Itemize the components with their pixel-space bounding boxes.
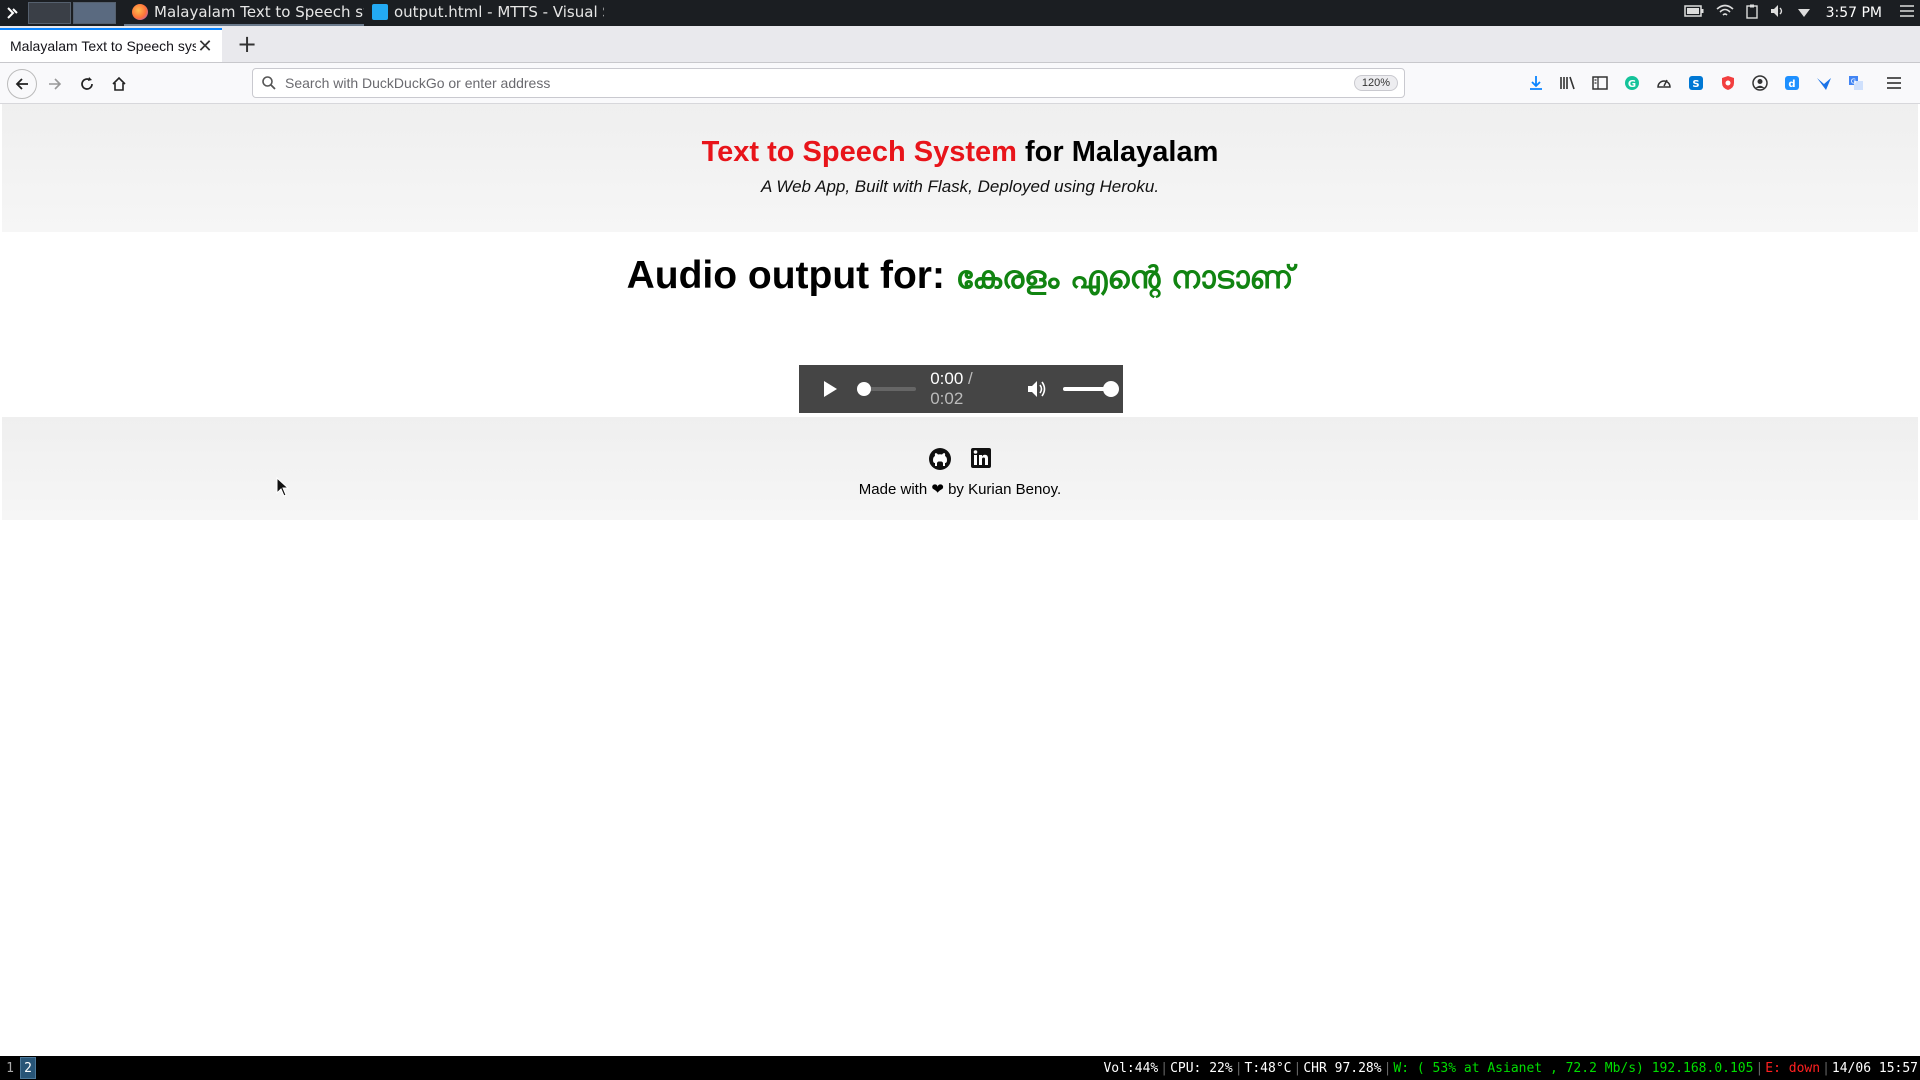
task-title: Malayalam Text to Speech system... [154,3,364,21]
close-tab-icon[interactable]: ✕ [196,36,214,57]
audio-output-heading: Audio output for: കേരളം എന്റെ നാടാണ് [2,254,1918,298]
home-icon [112,76,126,91]
volume-slider[interactable] [1063,381,1119,397]
mouse-cursor-icon [276,477,290,497]
toolbar-extensions: G S d G [1524,71,1914,95]
volume-status: Vol:44% [1103,1060,1159,1076]
reload-button[interactable] [72,69,102,99]
wifi-icon[interactable] [1716,4,1734,22]
dictionary-icon[interactable]: d [1780,71,1804,95]
address-bar[interactable]: Search with DuckDuckGo or enter address … [252,68,1405,98]
home-button[interactable] [104,69,134,99]
ethernet-status: E: down [1765,1060,1821,1076]
mute-button[interactable] [1024,376,1050,402]
clipboard-icon[interactable] [1745,4,1758,23]
hamburger-menu-icon[interactable] [1882,71,1906,95]
new-tab-button[interactable]: + [230,28,264,60]
duration: 0:02 [930,389,964,408]
desktop-pager[interactable] [28,2,118,24]
svg-text:S: S [1692,79,1699,90]
browser-tab-bar: Malayalam Text to Speech syst ✕ + [0,26,1920,63]
vscode-icon [372,4,388,20]
linkedin-icon[interactable] [970,447,992,476]
tray-expand-icon[interactable] [1797,5,1810,21]
i3-status-bar: 1 2 Vol:44% | CPU: 22% | T:48°C | CHR 97.28… [0,1056,1920,1080]
system-tray: 3:57 PM [1678,0,1920,26]
output-label: Audio output for: [626,254,945,297]
skype-icon[interactable]: S [1684,71,1708,95]
task-title: output.html - MTTS - Visual Studi... [394,3,604,21]
sidebar-icon[interactable] [1588,71,1612,95]
task-vscode[interactable]: output.html - MTTS - Visual Studi... [364,0,604,26]
browser-nav-bar: Search with DuckDuckGo or enter address … [0,63,1920,104]
speedometer-icon[interactable] [1652,71,1676,95]
svg-text:G: G [1628,79,1636,90]
firefox-icon [132,4,148,20]
page-title: Text to Speech System for Malayalam [2,136,1918,169]
title-rest: for Malayalam [1016,136,1219,168]
shield-icon[interactable] [1716,71,1740,95]
back-button[interactable] [7,69,37,99]
system-taskbar: Malayalam Text to Speech system... outpu… [0,0,1920,26]
volume-handle[interactable] [1102,381,1119,397]
play-icon [823,381,837,397]
task-firefox[interactable]: Malayalam Text to Speech system... [124,0,364,26]
zoom-level-badge[interactable]: 120% [1353,75,1398,91]
svg-text:d: d [1788,79,1795,90]
search-icon [262,76,276,90]
page-subtitle: A Web App, Built with Flask, Deployed us… [760,177,1160,196]
social-links [2,447,1918,476]
desktop-1[interactable] [28,2,71,24]
page-footer: Made with ❤ by Kurian Benoy. [2,417,1918,520]
translate-icon[interactable]: G [1844,71,1868,95]
seek-handle[interactable] [856,382,871,396]
cpu-status: CPU: 22% [1170,1060,1233,1076]
back-arrow-icon [15,78,28,90]
volume-icon [1027,381,1045,397]
page-header: Text to Speech System for Malayalam A We… [2,104,1918,232]
address-placeholder: Search with DuckDuckGo or enter address [285,75,551,91]
github-icon[interactable] [928,447,952,476]
time-separator: / [963,369,973,388]
workspace-2[interactable]: 2 [20,1057,36,1079]
datetime-status: 14/06 15:57 [1831,1060,1918,1076]
svg-text:G: G [1851,78,1856,86]
temperature-status: T:48°C [1244,1060,1292,1076]
account-icon[interactable] [1748,71,1772,95]
title-highlight: Text to Speech System [701,136,1017,168]
time-display: 0:00 / 0:02 [930,369,1010,409]
forward-arrow-icon [49,78,62,90]
downloads-icon[interactable] [1524,71,1548,95]
menu-icon[interactable] [1900,5,1914,21]
workspace-1[interactable]: 1 [2,1057,18,1079]
app-launcher-icon[interactable] [0,0,26,26]
bird-extension-icon[interactable] [1812,71,1836,95]
reload-icon [81,77,93,90]
seek-slider[interactable] [856,382,917,396]
malayalam-text: കേരളം എന്റെ നാടാണ് [955,260,1294,296]
current-time: 0:00 [930,369,964,388]
library-icon[interactable] [1556,71,1580,95]
web-page: Text to Speech System for Malayalam A We… [2,104,1918,1054]
browser-tab-active[interactable]: Malayalam Text to Speech syst ✕ [0,28,222,62]
grammarly-icon[interactable]: G [1620,71,1644,95]
status-blocks: Vol:44% | CPU: 22% | T:48°C | CHR 97.28% | W… [1103,1060,1918,1076]
clock[interactable]: 3:57 PM [1826,5,1882,21]
play-button[interactable] [817,376,843,402]
forward-button[interactable] [40,69,70,99]
battery-status: CHR 97.28% [1303,1060,1382,1076]
wifi-status: W: ( 53% at Asianet , 72.2 Mb/s) 192.168… [1393,1060,1754,1076]
tab-title: Malayalam Text to Speech syst [10,38,196,54]
audio-player[interactable]: 0:00 / 0:02 [799,365,1123,413]
battery-icon[interactable] [1683,5,1704,21]
desktop-2[interactable] [73,2,116,24]
speaker-icon[interactable] [1770,4,1786,22]
